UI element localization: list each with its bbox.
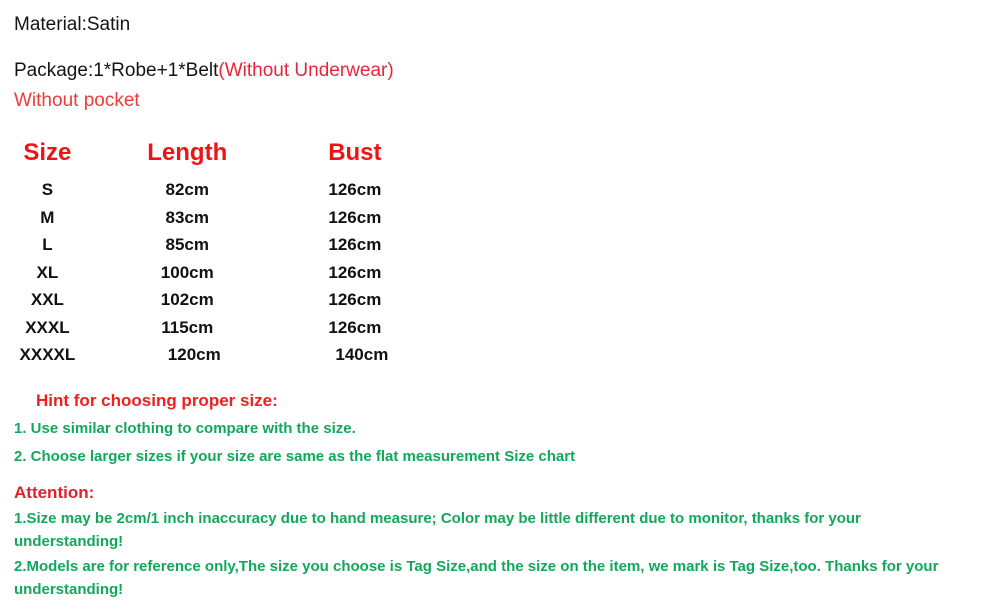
attention-title: Attention: (14, 483, 95, 502)
attention-item-1: 1.Size may be 2cm/1 inch inaccuracy due … (14, 510, 861, 550)
cell-length: 83cm (165, 207, 209, 227)
table-row: S 82cm 126cm (0, 176, 430, 204)
cell-length: 85cm (165, 235, 209, 254)
cell-size: XXL (30, 290, 64, 309)
cell-bust: 126cm (328, 317, 382, 337)
cell-bust: 126cm (328, 290, 382, 309)
table-row: XXL 102cm 126cm (0, 286, 430, 314)
cell-size: L (42, 235, 53, 254)
cell-length: 120cm (167, 345, 221, 364)
package-line: Package:1*Robe+1*Belt(Without Underwear) (14, 56, 964, 86)
product-intro: Material:Satin Package:1*Robe+1*Belt(Wit… (14, 10, 964, 115)
hint-item-2: 2. Choose larger sizes if your size are … (14, 448, 576, 465)
cell-bust: 126cm (328, 207, 382, 227)
column-header-length: Length (147, 139, 228, 166)
package-note: (Without Underwear) (218, 60, 394, 81)
cell-bust: 126cm (328, 262, 382, 282)
cell-bust: 126cm (328, 180, 382, 199)
column-header-size: Size (23, 139, 72, 166)
table-row: XL 100cm 126cm (0, 259, 430, 287)
cell-size: XXXL (25, 317, 70, 337)
hint-item-1: 1. Use similar clothing to compare with … (14, 420, 356, 437)
no-pocket-line: Without pocket (14, 90, 140, 111)
table-header-row: Size Length Bust (0, 136, 430, 176)
table-row: XXXXL 120cm 140cm (0, 341, 430, 369)
cell-size: M (40, 207, 55, 227)
cell-bust: 140cm (335, 345, 389, 364)
package-label: Package:1*Robe+1*Belt (14, 60, 219, 81)
hint-title: Hint for choosing proper size: (36, 391, 278, 410)
cell-length: 102cm (160, 290, 214, 309)
cell-size: XXXXL (19, 345, 76, 364)
material-line: Material:Satin (14, 14, 131, 35)
cell-length: 82cm (165, 180, 209, 199)
table-row: M 83cm 126cm (0, 204, 430, 232)
attention-section: Attention: 1.Size may be 2cm/1 inch inac… (14, 481, 970, 601)
cell-bust: 126cm (328, 235, 382, 254)
hint-section: Hint for choosing proper size: 1. Use si… (14, 389, 954, 469)
cell-length: 100cm (160, 262, 214, 282)
cell-length: 115cm (161, 317, 214, 337)
column-header-bust: Bust (328, 139, 382, 166)
cell-size: S (41, 180, 54, 199)
size-chart-page: Material:Satin Package:1*Robe+1*Belt(Wit… (0, 0, 984, 616)
size-chart-table: Size Length Bust S 82cm 126cm M 83cm 126… (0, 136, 430, 369)
cell-size: XL (36, 262, 59, 282)
table-row: L 85cm 126cm (0, 231, 430, 259)
table-row: XXXL 115cm 126cm (0, 314, 430, 342)
attention-item-2: 2.Models are for reference only,The size… (14, 558, 939, 598)
